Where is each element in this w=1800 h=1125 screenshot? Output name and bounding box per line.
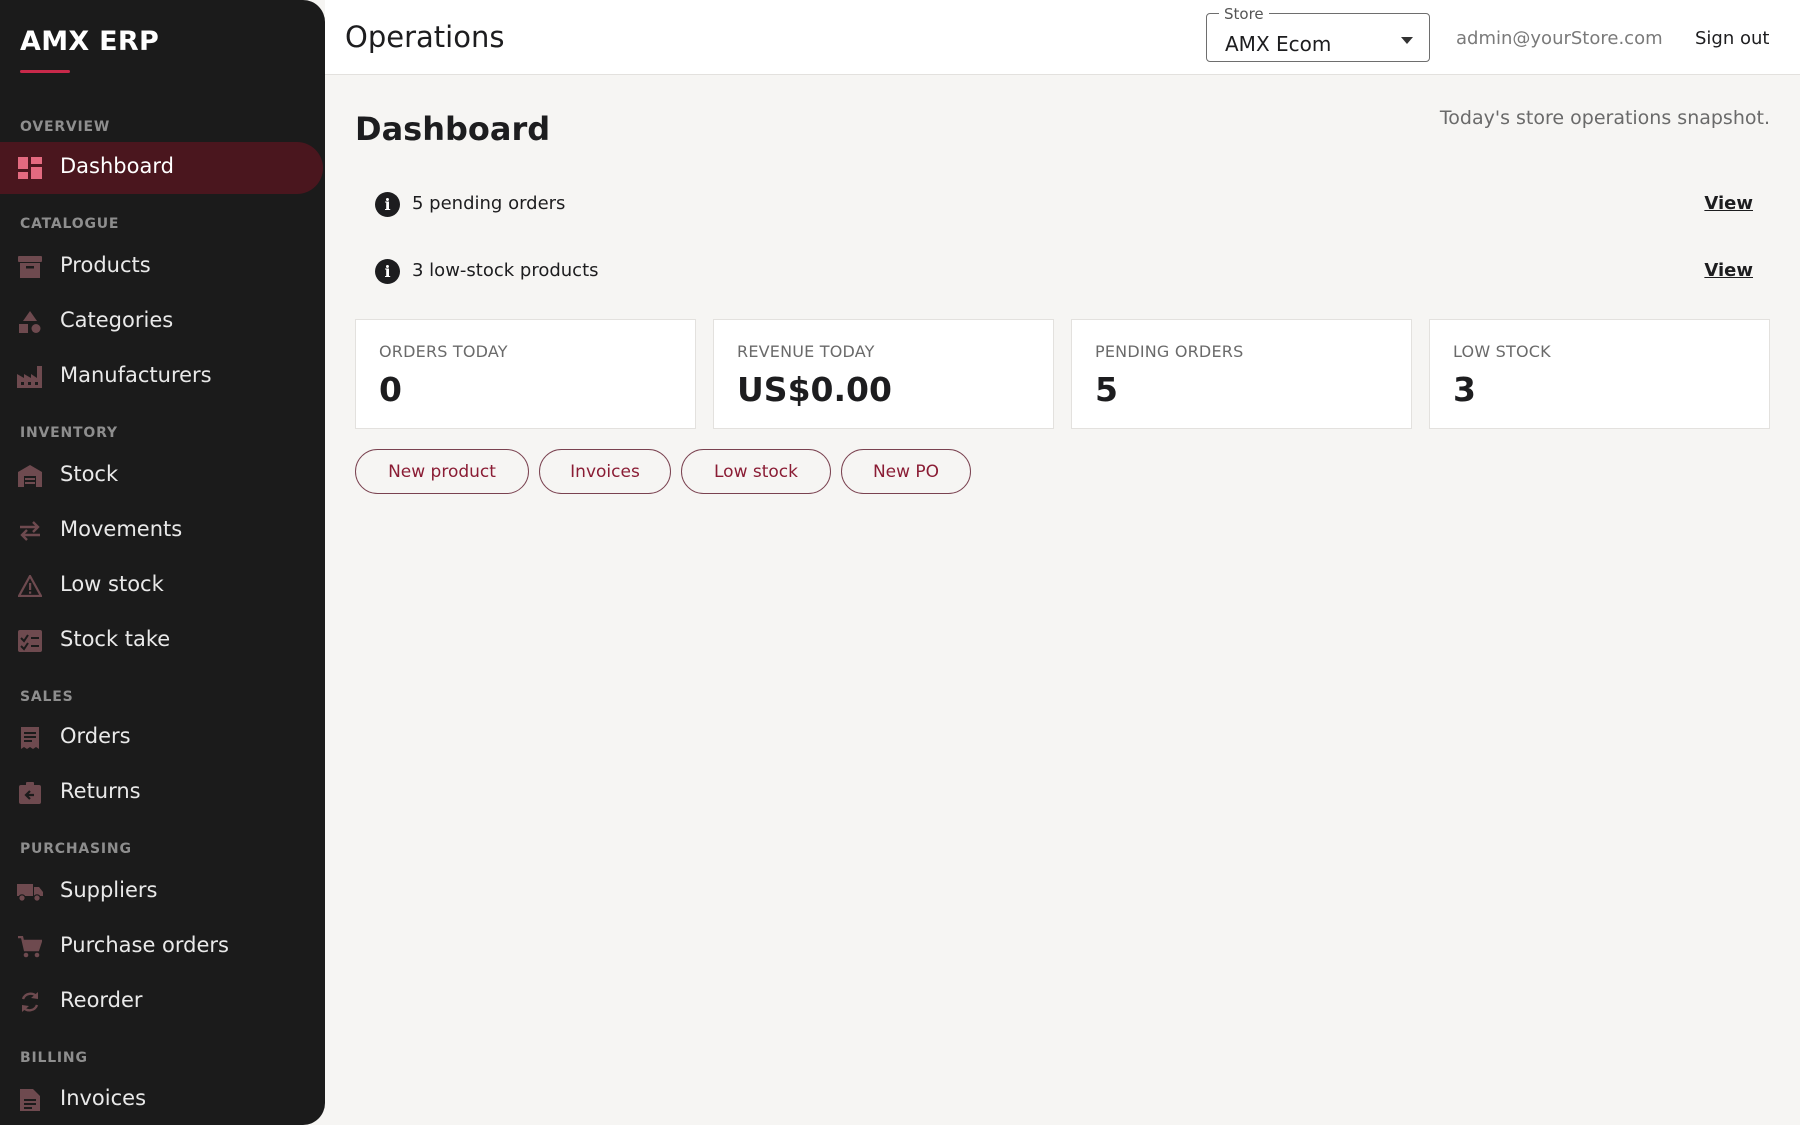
sidebar-item-label: Dashboard bbox=[60, 154, 174, 178]
sidebar-item-orders[interactable]: Orders bbox=[0, 712, 325, 764]
refresh-icon bbox=[17, 991, 43, 1013]
sidebar-item-label: Categories bbox=[60, 308, 174, 332]
sidebar-item-low-stock[interactable]: Low stock bbox=[0, 560, 325, 612]
sidebar-item-stock[interactable]: Stock bbox=[0, 450, 325, 502]
warning-triangle-icon bbox=[17, 575, 43, 597]
sidebar-item-returns[interactable]: Returns bbox=[0, 767, 325, 819]
top-bar: Operations Store AMX Ecom admin@yourStor… bbox=[325, 0, 1800, 75]
store-select[interactable]: Store AMX Ecom bbox=[1206, 5, 1430, 62]
section-label-inventory: INVENTORY bbox=[20, 425, 118, 441]
kpi-card-revenue-today: REVENUE TODAY US$0.00 bbox=[713, 319, 1054, 429]
truck-icon bbox=[17, 881, 43, 903]
store-select-label: Store bbox=[1219, 5, 1269, 23]
page-title: Dashboard bbox=[355, 110, 551, 148]
kpi-label: REVENUE TODAY bbox=[737, 342, 875, 361]
receipt-icon bbox=[17, 727, 43, 749]
sidebar-item-label: Reorder bbox=[60, 988, 143, 1012]
warehouse-icon bbox=[17, 465, 43, 487]
invoices-button[interactable]: Invoices bbox=[539, 449, 671, 494]
sign-out-button[interactable]: Sign out bbox=[1695, 28, 1769, 49]
sidebar-item-purchase-orders[interactable]: Purchase orders bbox=[0, 921, 325, 973]
sidebar-item-label: Suppliers bbox=[60, 878, 158, 902]
factory-icon bbox=[17, 366, 43, 388]
kpi-value: 5 bbox=[1095, 370, 1118, 409]
sidebar-item-label: Orders bbox=[60, 724, 131, 748]
low-stock-button[interactable]: Low stock bbox=[681, 449, 831, 494]
dashboard-icon bbox=[17, 157, 43, 179]
sidebar-item-label: Stock take bbox=[60, 627, 171, 651]
kpi-label: LOW STOCK bbox=[1453, 342, 1551, 361]
info-icon: i bbox=[375, 259, 400, 284]
sidebar-item-suppliers[interactable]: Suppliers bbox=[0, 866, 325, 918]
view-pending-orders-link[interactable]: View bbox=[1704, 193, 1753, 214]
sidebar-item-label: Low stock bbox=[60, 572, 164, 596]
sidebar-item-dashboard[interactable]: Dashboard bbox=[0, 142, 323, 194]
sidebar-item-label: Manufacturers bbox=[60, 363, 212, 387]
kpi-label: PENDING ORDERS bbox=[1095, 342, 1244, 361]
kpi-label: ORDERS TODAY bbox=[379, 342, 508, 361]
section-label-sales: SALES bbox=[20, 689, 74, 705]
sidebar-item-label: Invoices bbox=[60, 1086, 147, 1110]
chevron-down-icon bbox=[1401, 37, 1413, 44]
sidebar-item-movements[interactable]: Movements bbox=[0, 505, 325, 557]
kpi-value: 0 bbox=[379, 370, 402, 409]
alert-text: 5 pending orders bbox=[412, 193, 566, 214]
page-heading: Operations bbox=[345, 20, 505, 54]
return-box-icon bbox=[17, 782, 43, 804]
sidebar-item-label: Movements bbox=[60, 517, 183, 541]
info-icon: i bbox=[375, 192, 400, 217]
view-low-stock-link[interactable]: View bbox=[1704, 260, 1753, 281]
alert-low-stock: i 3 low-stock products View bbox=[355, 246, 1770, 296]
kpi-card-orders-today: ORDERS TODAY 0 bbox=[355, 319, 696, 429]
sidebar-item-label: Stock bbox=[60, 462, 119, 486]
sidebar-item-invoices[interactable]: Invoices bbox=[0, 1074, 325, 1125]
swap-arrows-icon bbox=[17, 520, 43, 542]
section-label-catalogue: CATALOGUE bbox=[20, 216, 120, 232]
kpi-card-low-stock: LOW STOCK 3 bbox=[1429, 319, 1770, 429]
cart-icon bbox=[17, 936, 43, 958]
alert-text: 3 low-stock products bbox=[412, 260, 599, 281]
store-select-value: AMX Ecom bbox=[1225, 32, 1332, 56]
sidebar: AMX ERP OVERVIEW Dashboard CATALOGUE Pro… bbox=[0, 0, 325, 1125]
archive-box-icon bbox=[17, 256, 43, 278]
page-subtitle: Today's store operations snapshot. bbox=[1439, 107, 1770, 129]
sidebar-item-categories[interactable]: Categories bbox=[0, 296, 325, 348]
sidebar-item-label: Products bbox=[60, 253, 151, 277]
section-label-purchasing: PURCHASING bbox=[20, 841, 132, 857]
kpi-value: 3 bbox=[1453, 370, 1476, 409]
sidebar-item-products[interactable]: Products bbox=[0, 241, 325, 293]
kpi-value: US$0.00 bbox=[737, 370, 892, 409]
new-po-button[interactable]: New PO bbox=[841, 449, 971, 494]
sidebar-item-manufacturers[interactable]: Manufacturers bbox=[0, 351, 325, 403]
sidebar-item-reorder[interactable]: Reorder bbox=[0, 976, 325, 1028]
brand-logo[interactable]: AMX ERP bbox=[20, 26, 159, 57]
section-label-overview: OVERVIEW bbox=[20, 119, 111, 135]
brand-underline bbox=[20, 70, 70, 73]
sidebar-item-stock-take[interactable]: Stock take bbox=[0, 615, 325, 667]
kpi-card-pending-orders: PENDING ORDERS 5 bbox=[1071, 319, 1412, 429]
sidebar-item-label: Returns bbox=[60, 779, 141, 803]
alert-pending-orders: i 5 pending orders View bbox=[355, 179, 1770, 229]
shapes-icon bbox=[17, 311, 43, 333]
checklist-icon bbox=[17, 630, 43, 652]
section-label-billing: BILLING bbox=[20, 1050, 88, 1066]
user-email: admin@yourStore.com bbox=[1456, 28, 1663, 49]
sidebar-item-label: Purchase orders bbox=[60, 933, 229, 957]
new-product-button[interactable]: New product bbox=[355, 449, 529, 494]
document-icon bbox=[17, 1089, 43, 1111]
